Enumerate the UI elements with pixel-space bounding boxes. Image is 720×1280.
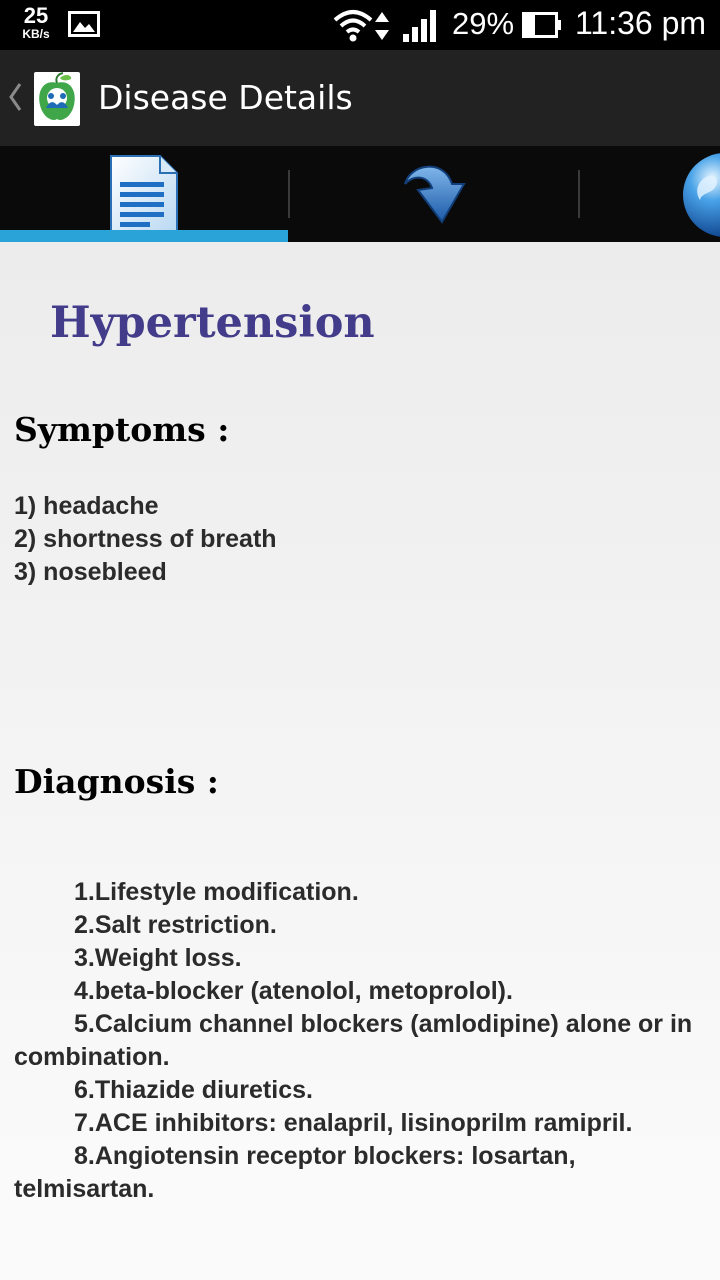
disease-name: Hypertension <box>50 298 375 348</box>
globe-icon <box>683 153 720 237</box>
page-title: Disease Details <box>98 78 353 117</box>
selected-tab-indicator <box>0 230 288 242</box>
diagnosis-heading: Diagnosis : <box>14 762 219 801</box>
symptom-item: 2) shortness of breath <box>14 525 277 553</box>
diagnosis-item: 7.ACE inhibitors: enalapril, lisinoprilm… <box>74 1109 633 1137</box>
wifi-icon <box>333 10 373 42</box>
redo-arrow-icon <box>404 165 466 224</box>
tab-bar <box>0 146 720 242</box>
data-arrows-icon <box>375 12 389 40</box>
disease-content: Hypertension Symptoms : 1) headache 2) s… <box>0 242 720 1280</box>
document-icon <box>110 155 178 233</box>
tab-details[interactable] <box>0 146 288 242</box>
tab-web[interactable] <box>580 146 720 242</box>
back-icon[interactable] <box>7 82 23 112</box>
battery-percent: 29% <box>452 6 515 41</box>
diagnosis-item: 3.Weight loss. <box>74 944 242 972</box>
gallery-icon <box>68 11 100 37</box>
network-speed: 25 KB/s <box>14 3 58 41</box>
diagnosis-item: 8.Angiotensin receptor blockers: losarta… <box>14 1142 576 1203</box>
app-logo-icon[interactable] <box>34 72 80 126</box>
symptoms-list: 1) headache 2) shortness of breath 3) no… <box>14 490 704 589</box>
diagnosis-item: 5.Calcium channel blockers (amlodipine) … <box>14 1010 693 1071</box>
signal-icon <box>403 10 436 42</box>
diagnosis-list: 1.Lifestyle modification. 2.Salt restric… <box>14 876 706 1206</box>
status-bar: 25 KB/s 29% 11:36 pm <box>0 0 720 50</box>
diagnosis-item: 4.beta-blocker (atenolol, metoprolol). <box>74 977 513 1005</box>
network-speed-value: 25 <box>23 3 49 28</box>
clock: 11:36 pm <box>575 5 707 41</box>
symptoms-heading: Symptoms : <box>14 410 230 449</box>
diagnosis-item: 1.Lifestyle modification. <box>74 878 359 906</box>
battery-icon <box>522 12 561 38</box>
symptom-item: 3) nosebleed <box>14 558 167 586</box>
diagnosis-item: 2.Salt restriction. <box>74 911 277 939</box>
symptom-item: 1) headache <box>14 492 159 520</box>
action-bar: Disease Details <box>0 50 720 146</box>
network-speed-unit: KB/s <box>22 27 50 41</box>
tab-next[interactable] <box>290 146 578 242</box>
diagnosis-item: 6.Thiazide diuretics. <box>74 1076 313 1104</box>
